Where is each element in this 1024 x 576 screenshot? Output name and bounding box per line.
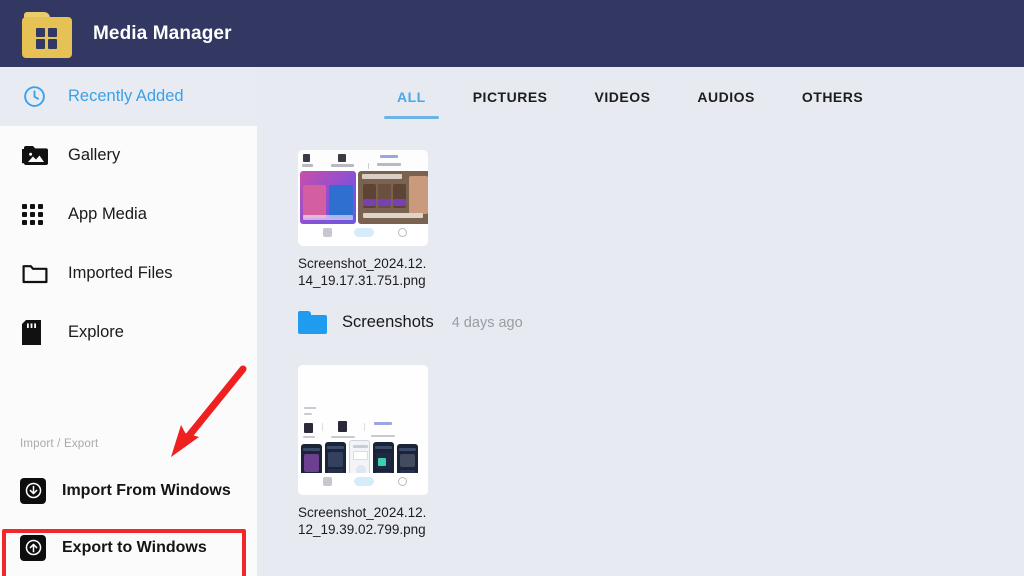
import-from-windows-label: Import From Windows: [62, 481, 231, 499]
sidebar-item-label: Recently Added: [68, 87, 184, 105]
windows-logo-icon: [36, 27, 57, 49]
list-item[interactable]: Screenshot_2024.12. 12_19.39.02.799.png: [298, 365, 434, 538]
list-item[interactable]: Screenshot_2024.12. 14_19.17.31.751.png: [298, 150, 434, 289]
photos-folder-icon: [22, 141, 58, 171]
file-name: Screenshot_2024.12. 12_19.39.02.799.png: [298, 505, 427, 537]
media-list: Screenshot_2024.12. 14_19.17.31.751.png …: [257, 131, 1024, 576]
app-header: Media Manager: [0, 0, 1024, 67]
tab-all[interactable]: ALL: [384, 79, 439, 119]
tab-audios[interactable]: AUDIOS: [697, 79, 754, 119]
folder-modified-time: 4 days ago: [451, 314, 523, 331]
sidebar: Recently Added Gallery App Media Importe…: [0, 67, 257, 576]
import-from-windows-button[interactable]: Import From Windows: [0, 462, 257, 519]
upload-circle-icon: [20, 534, 46, 561]
sidebar-item-label: Imported Files: [68, 264, 173, 282]
import-export-group: Import From Windows Export to Windows: [0, 462, 257, 576]
tab-others[interactable]: OTHERS: [802, 79, 863, 119]
app-title: Media Manager: [93, 22, 232, 44]
sidebar-item-label: Gallery: [68, 146, 121, 164]
clock-icon: [22, 82, 58, 112]
sidebar-item-gallery[interactable]: Gallery: [0, 126, 257, 185]
download-circle-icon: [20, 477, 46, 504]
file-thumbnail[interactable]: [298, 365, 428, 495]
folder-row[interactable]: Screenshots 4 days ago: [298, 311, 523, 334]
sidebar-item-imported-files[interactable]: Imported Files: [0, 244, 257, 303]
sd-card-icon: [22, 318, 58, 348]
sidebar-item-label: Explore: [68, 323, 124, 341]
sidebar-item-app-media[interactable]: App Media: [0, 185, 257, 244]
main-content: ALL PICTURES VIDEOS AUDIOS OTHERS Screen…: [257, 67, 1024, 576]
folder-name: Screenshots: [342, 313, 434, 331]
export-to-windows-button[interactable]: Export to Windows: [0, 519, 257, 576]
file-thumbnail[interactable]: [298, 150, 428, 246]
sidebar-item-explore[interactable]: Explore: [0, 303, 257, 362]
tab-bar: ALL PICTURES VIDEOS AUDIOS OTHERS: [257, 79, 1024, 131]
import-export-section-label: Import / Export: [20, 438, 99, 450]
export-to-windows-label: Export to Windows: [62, 538, 207, 556]
windows-folder-icon: [22, 10, 76, 58]
tab-pictures[interactable]: PICTURES: [473, 79, 548, 119]
blue-folder-icon: [298, 311, 327, 334]
grid-icon: [22, 200, 58, 230]
folder-outline-icon: [22, 259, 58, 289]
sidebar-item-label: App Media: [68, 205, 147, 223]
sidebar-item-recently-added[interactable]: Recently Added: [0, 67, 257, 126]
tab-videos[interactable]: VIDEOS: [595, 79, 651, 119]
file-name: Screenshot_2024.12. 14_19.17.31.751.png: [298, 256, 427, 288]
media-manager-window: Media Manager Recently Added Gallery App…: [0, 0, 1024, 576]
